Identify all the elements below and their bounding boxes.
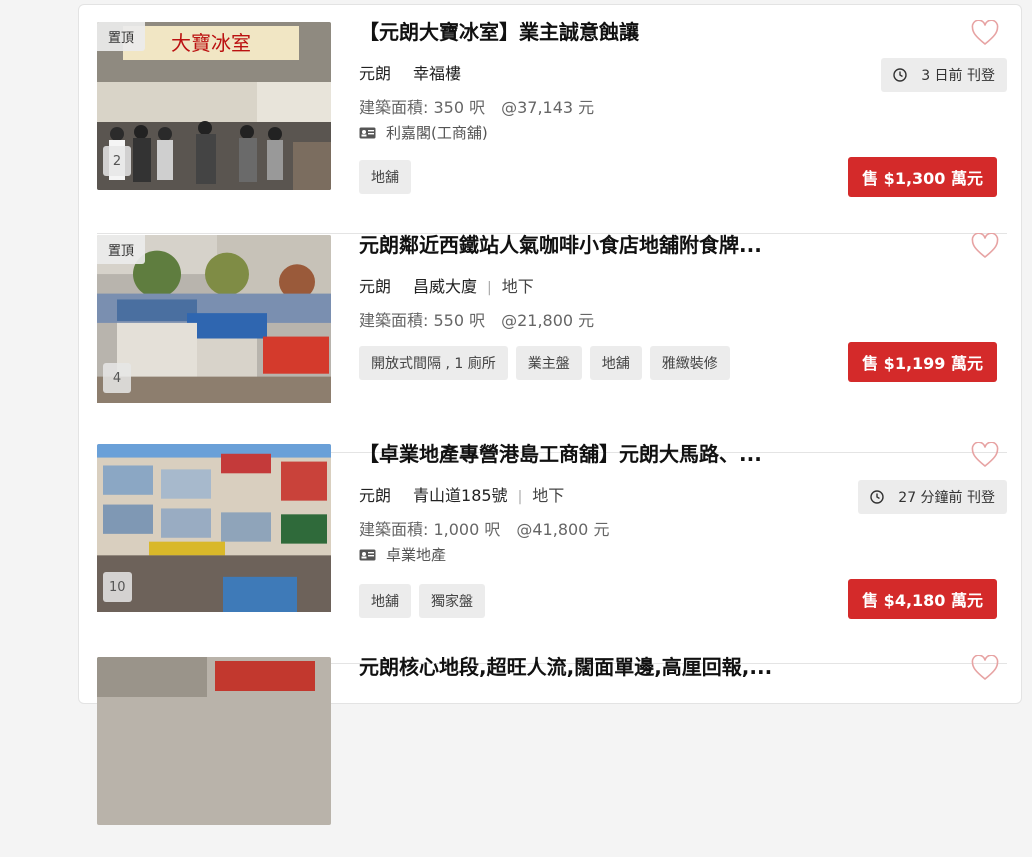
- agent-name[interactable]: 利嘉閣(工商舖): [386, 122, 488, 143]
- listing-photo[interactable]: 大寶冰室 置頂 2: [97, 22, 331, 190]
- posted-time: 27 分鐘前 刊登: [898, 490, 995, 506]
- tag: 開放式間隔 , 1 廁所: [359, 346, 508, 380]
- separator: |: [487, 280, 492, 296]
- listing-area: 建築面積: 350 呎 @37,143 元: [359, 94, 594, 118]
- estate-name[interactable]: 昌威大廈: [413, 277, 477, 296]
- listing-panel: 大寶冰室 置頂 2 【元朗大寶冰室】業主誠意蝕讓 元朗 幸福樓 建築面積: 350…: [78, 4, 1022, 825]
- agent-info: 卓業地產: [359, 544, 446, 565]
- tag-list: 地舖 獨家盤: [359, 584, 485, 618]
- estate-name[interactable]: 幸福樓: [413, 64, 461, 83]
- tag: 地舖: [589, 346, 642, 380]
- shopfront-photo: [97, 444, 331, 612]
- district: 元朗: [359, 277, 392, 296]
- listing-title[interactable]: 元朗鄰近西鐵站人氣咖啡小食店地舖附食牌...: [359, 229, 919, 258]
- posted-time-badge: 3 日前 刊登: [881, 58, 1007, 92]
- heart-outline-icon[interactable]: [971, 655, 999, 681]
- listing-title[interactable]: 元朗核心地段,超旺人流,闊面單邊,高厘回報,...: [359, 651, 919, 680]
- listing-title[interactable]: 【元朗大寶冰室】業主誠意蝕讓: [359, 16, 919, 45]
- heart-outline-icon[interactable]: [971, 233, 999, 259]
- tag: 雅緻裝修: [649, 346, 730, 380]
- photo-count-badge: 2: [103, 146, 131, 176]
- posted-time-badge: 27 分鐘前 刊登: [858, 480, 1007, 514]
- clock-icon: [870, 490, 884, 504]
- svg-text:大寶冰室: 大寶冰室: [171, 31, 251, 55]
- tag-list: 開放式間隔 , 1 廁所 業主盤 地舖 雅緻裝修: [359, 346, 730, 380]
- floor: 地下: [532, 486, 565, 505]
- estate-name[interactable]: 青山道185號: [413, 486, 508, 505]
- gross-area: 建築面積: 1,000 呎: [359, 520, 501, 539]
- listing-area: 建築面積: 550 呎 @21,800 元: [359, 307, 594, 331]
- id-card-icon: [359, 549, 376, 560]
- gross-area: 建築面積: 550 呎: [359, 311, 486, 330]
- listing-title[interactable]: 【卓業地產專營港島工商舖】元朗大馬路、...: [359, 438, 919, 467]
- listing-card[interactable]: 元朗核心地段,超旺人流,闊面單邊,高厘回報,...: [97, 655, 1007, 857]
- tag: 地舖: [359, 160, 411, 194]
- listing-location: 元朗 幸福樓: [359, 60, 461, 84]
- price-button[interactable]: 售 $1,300 萬元: [848, 157, 997, 197]
- heart-outline-icon[interactable]: [971, 442, 999, 468]
- listing-location: 元朗 昌威大廈 | 地下: [359, 273, 534, 297]
- pinned-badge: 置頂: [97, 235, 146, 264]
- price-button[interactable]: 售 $1,199 萬元: [848, 342, 997, 382]
- tag: 獨家盤: [419, 584, 485, 618]
- floor: 地下: [501, 277, 534, 296]
- pinned-badge: 置頂: [97, 22, 146, 51]
- listing-photo[interactable]: 置頂 4: [97, 235, 331, 407]
- listing-card[interactable]: 置頂 4 元朗鄰近西鐵站人氣咖啡小食店地舖附食牌... 元朗 昌威大廈 | 地下 建築…: [97, 233, 1007, 453]
- separator: |: [517, 489, 523, 505]
- agent-name[interactable]: 卓業地產: [386, 544, 446, 565]
- tag: 地舖: [359, 584, 411, 618]
- shopfront-photo: [97, 657, 331, 825]
- price-button[interactable]: 售 $4,180 萬元: [848, 579, 997, 619]
- district: 元朗: [359, 486, 392, 505]
- id-card-icon: [359, 127, 376, 138]
- listing-area: 建築面積: 1,000 呎 @41,800 元: [359, 516, 609, 540]
- listing-photo[interactable]: [97, 657, 331, 825]
- district: 元朗: [359, 64, 392, 83]
- gross-area: 建築面積: 350 呎: [359, 98, 486, 117]
- listing-card[interactable]: 10 【卓業地產專營港島工商舖】元朗大馬路、... 元朗 青山道185號 | 地下 建…: [97, 442, 1007, 664]
- heart-outline-icon[interactable]: [971, 20, 999, 46]
- tag: 業主盤: [515, 346, 582, 380]
- posted-time: 3 日前 刊登: [921, 68, 995, 84]
- tag-list: 地舖: [359, 160, 411, 194]
- price-per-ft: @41,800 元: [516, 520, 610, 539]
- price-per-ft: @21,800 元: [501, 311, 595, 330]
- clock-icon: [893, 68, 907, 82]
- photo-count-badge: 4: [103, 363, 131, 393]
- listing-location: 元朗 青山道185號 | 地下: [359, 482, 564, 506]
- photo-count-badge: 10: [103, 572, 132, 602]
- listing-photo[interactable]: 10: [97, 444, 331, 616]
- agent-info: 利嘉閣(工商舖): [359, 122, 488, 143]
- price-per-ft: @37,143 元: [501, 98, 595, 117]
- listing-card[interactable]: 大寶冰室 置頂 2 【元朗大寶冰室】業主誠意蝕讓 元朗 幸福樓 建築面積: 350…: [97, 20, 1007, 234]
